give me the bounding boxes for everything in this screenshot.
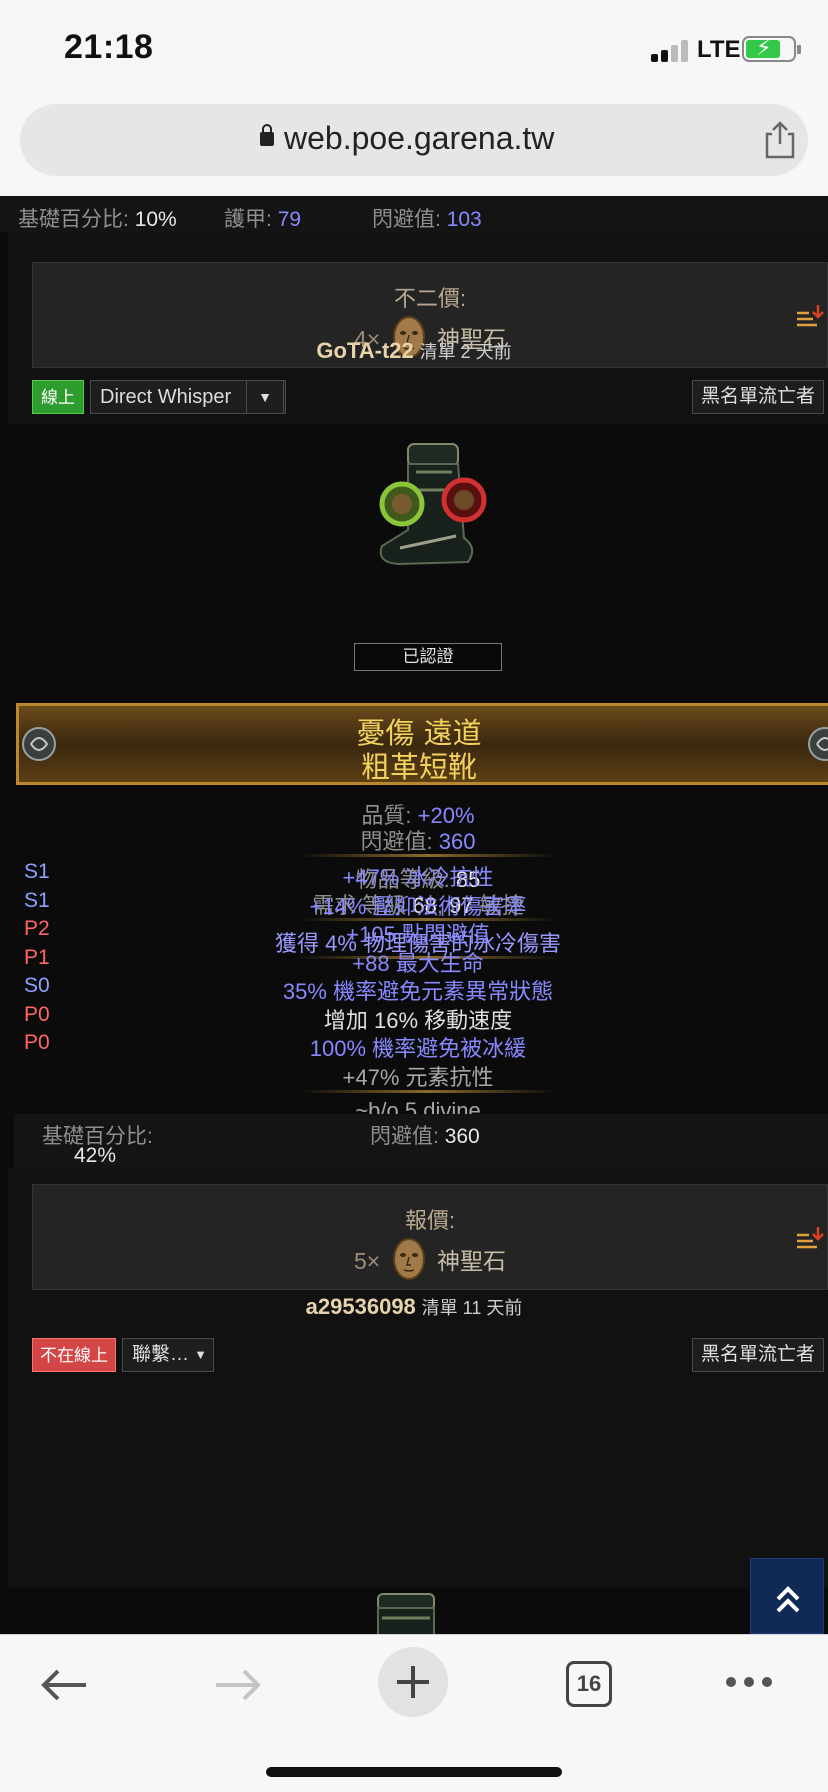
price-label: 不二價: (393, 286, 467, 311)
seller-name[interactable]: a29536098 (306, 1294, 416, 1319)
item-name-header: 憂傷 遠道 粗革短靴 (16, 703, 828, 785)
armour-value: 79 (277, 208, 302, 231)
price-box: 報價: 5× 神聖石 (32, 1184, 828, 1290)
unique-ornament-right-icon (808, 727, 828, 761)
status-time: 21:18 (64, 28, 154, 66)
whisper-dropdown-caret[interactable]: ▼ (246, 380, 284, 414)
network-type: LTE (697, 36, 741, 63)
chevron-down-icon: ▼ (194, 1347, 207, 1362)
boots-item-icon[interactable] (360, 438, 496, 574)
back-arrow-icon[interactable] (38, 1665, 90, 1705)
sort-desc-icon[interactable] (795, 1225, 825, 1253)
cellular-signal-icon (651, 38, 689, 62)
lock-icon (260, 124, 274, 146)
stat-row-previous: 基礎百分比: 10% 護甲: 79 閃避值: 103 (0, 196, 828, 232)
sort-desc-icon[interactable] (795, 303, 825, 331)
explicit-mod: +88 最大生命 (352, 950, 484, 976)
seller-name[interactable]: GoTA-t22 (316, 338, 413, 363)
armour-label: 護甲: (224, 208, 272, 231)
evasion-value: 360 (444, 1125, 480, 1148)
item-base-type: 粗革短靴 (360, 750, 477, 784)
base-pct-label: 基礎百分比: (18, 208, 129, 231)
explicit-mod: +14% 壓抑法術傷害率 (309, 893, 527, 919)
explicit-mod: 35% 機率避免元素異常狀態 (282, 979, 554, 1004)
blacklist-exile-button[interactable]: 黑名單流亡者 (692, 1338, 824, 1372)
item-evasion-label: 閃避值: (360, 829, 433, 854)
browser-address-area: web.poe.garena.tw (0, 100, 828, 196)
battery-icon: ⚡ (742, 35, 801, 62)
explicit-mod: +105 點閃避值 (346, 922, 490, 947)
online-status-badge: 線上 (32, 380, 84, 414)
evasion-label: 閃避值: (370, 1125, 439, 1148)
price-label: 報價: (404, 1208, 456, 1233)
plus-icon (397, 1666, 429, 1698)
more-menu-icon[interactable] (724, 1675, 774, 1689)
explicit-mod: 100% 機率避免被冰緩 (309, 1036, 527, 1061)
url-text[interactable]: web.poe.garena.tw (284, 120, 554, 157)
explicit-mod: 增加 16% 移動速度 (323, 1007, 513, 1033)
address-bar[interactable]: web.poe.garena.tw (20, 104, 808, 176)
price-currency: 神聖石 (437, 1248, 506, 1275)
separator (298, 1090, 558, 1093)
double-chevron-up-icon (776, 1586, 800, 1613)
seller-line: a29536098 清單 11 天前 (0, 1294, 828, 1320)
divine-orb-icon (392, 1238, 425, 1280)
seller-line: GoTA-t22 清單 2 天前 (0, 338, 828, 364)
new-tab-button[interactable] (378, 1647, 448, 1717)
share-icon[interactable] (762, 120, 798, 160)
contact-label: 聯繫… (132, 1344, 190, 1365)
scroll-to-top-button[interactable] (750, 1558, 824, 1634)
verified-badge: 已認證 (354, 643, 502, 671)
evasion-label: 閃避值: (372, 208, 441, 231)
status-bar: 21:18 LTE ⚡ (0, 0, 828, 100)
evasion-value: 103 (446, 208, 482, 231)
browser-toolbar: 16 (0, 1634, 828, 1792)
boots-item-icon[interactable] (372, 1592, 444, 1634)
forward-arrow-icon[interactable] (212, 1665, 264, 1705)
item-evasion-value: 360 (438, 829, 476, 854)
blacklist-exile-button[interactable]: 黑名單流亡者 (692, 380, 824, 414)
trade-results-page: 基礎百分比: 10% 護甲: 79 閃避值: 103 不二價: 4× 神聖石 G… (0, 196, 828, 1634)
pseudo-resistance: +47% 元素抗性 (342, 1065, 494, 1090)
listed-time: 清單 11 天前 (421, 1298, 523, 1318)
stat-row-bottom: 基礎百分比: 42% 閃避值: 360 (14, 1114, 828, 1168)
base-pct-value: 10% (134, 208, 177, 231)
separator (298, 854, 558, 857)
listed-time: 清單 2 天前 (419, 342, 512, 362)
tabs-count-button[interactable]: 16 (566, 1661, 612, 1707)
home-indicator (266, 1767, 562, 1777)
contact-dropdown[interactable]: 聯繫… ▼ (122, 1338, 214, 1372)
offline-status-badge: 不在線上 (32, 1338, 116, 1372)
explicit-mod: +47% 冰冷抗性 (342, 865, 494, 890)
base-pct-value: 42% (74, 1144, 117, 1167)
price-quantity: 5× (353, 1248, 381, 1275)
